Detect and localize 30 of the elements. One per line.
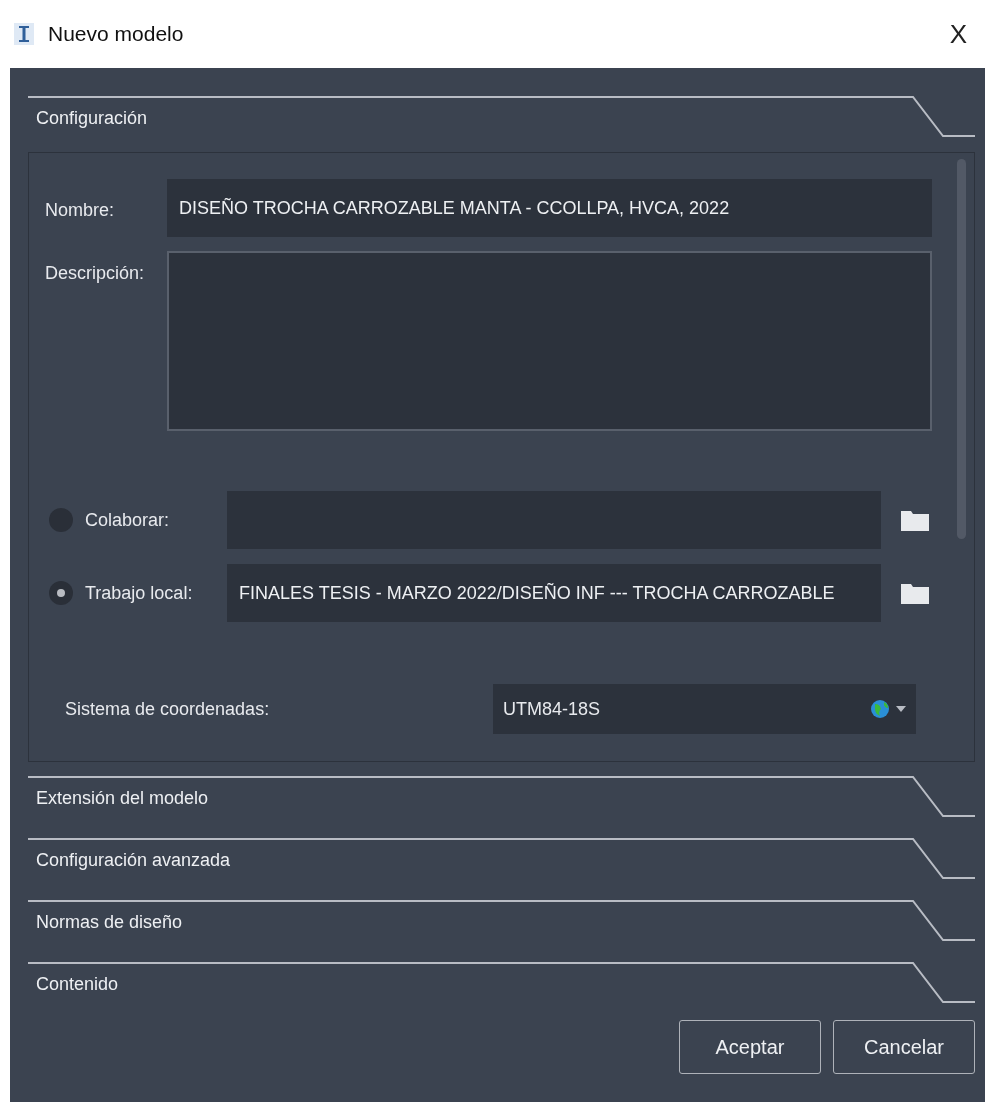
section-header[interactable]: Contenido — [28, 962, 975, 1006]
app-icon — [14, 23, 34, 45]
section-header[interactable]: Configuración — [28, 96, 975, 140]
folder-icon[interactable] — [901, 582, 929, 604]
section-header[interactable]: Extensión del modelo — [28, 776, 975, 820]
radio-button[interactable] — [49, 508, 73, 532]
close-button[interactable]: X — [945, 18, 971, 50]
dialog-button[interactable]: Cancelar — [833, 1020, 975, 1074]
description-field[interactable] — [167, 251, 932, 431]
folder-icon[interactable] — [901, 509, 929, 531]
caret-icon — [896, 706, 906, 712]
globe-icon — [870, 699, 890, 719]
window-title: Nuevo modelo — [48, 22, 184, 46]
divider-line — [905, 96, 975, 140]
field-label: Descripción: — [45, 262, 146, 284]
divider-line — [905, 962, 975, 1006]
section-header[interactable]: Normas de diseño — [28, 900, 975, 944]
radio-button[interactable] — [49, 581, 73, 605]
path-field[interactable]: FINALES TESIS - MARZO 2022/DISEÑO INF --- TROCHA CARROZABLE — [227, 564, 881, 622]
divider-line — [905, 838, 975, 882]
section-header[interactable]: Configuración avanzada — [28, 838, 975, 882]
divider-line — [905, 900, 975, 944]
dialog-button[interactable]: Aceptar — [679, 1020, 821, 1074]
divider-line — [905, 776, 975, 820]
radio-label: Trabajo local: — [85, 582, 194, 604]
field-label: Nombre: — [45, 198, 116, 221]
field-label: Sistema de coordenadas: — [65, 698, 271, 720]
name-field[interactable]: DISEÑO TROCHA CARROZABLE MANTA - CCOLLPA, HVCA, 2022 — [167, 179, 932, 237]
radio-label: Colaborar: — [85, 509, 171, 531]
coordinate-dropdown[interactable]: UTM84-18S — [493, 684, 916, 734]
